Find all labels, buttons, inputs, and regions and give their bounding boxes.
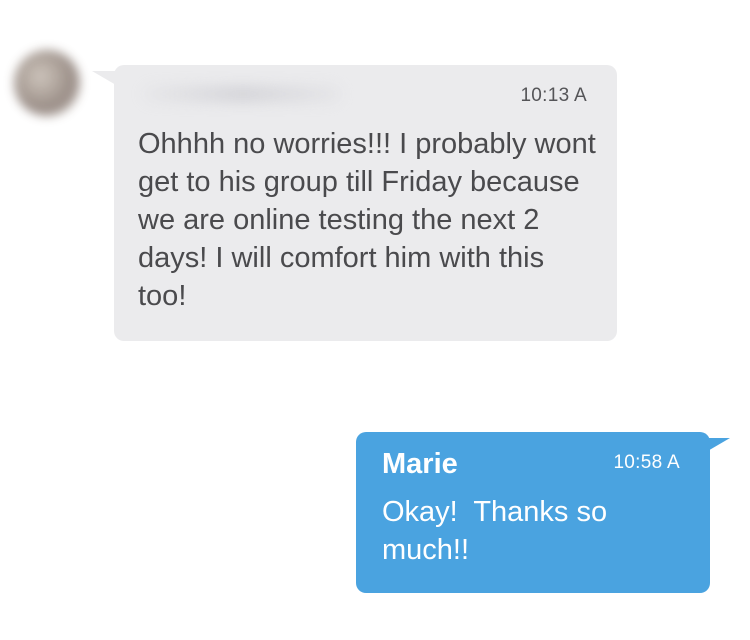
- incoming-message-bubble[interactable]: 10:13 A Ohhhh no worries!!! I probably w…: [92, 65, 617, 341]
- outgoing-message-bubble[interactable]: Marie 10:58 A Okay! Thanks so much!!: [356, 432, 730, 593]
- outgoing-message-time: 10:58 A: [613, 452, 680, 473]
- incoming-message-time: 10:13 A: [520, 85, 587, 106]
- incoming-message-text: Ohhhh no worries!!! I probably wont get …: [138, 128, 596, 312]
- outgoing-bubble-tail: [706, 438, 730, 452]
- conversation-view: 10:13 A Ohhhh no worries!!! I probably w…: [0, 0, 750, 640]
- redacted-sender-name: [142, 85, 342, 103]
- contact-avatar[interactable]: [14, 50, 80, 116]
- incoming-bubble-tail: [92, 71, 116, 85]
- outgoing-sender-name: Marie: [382, 448, 458, 480]
- outgoing-message-text: Okay! Thanks so much!!: [382, 496, 616, 566]
